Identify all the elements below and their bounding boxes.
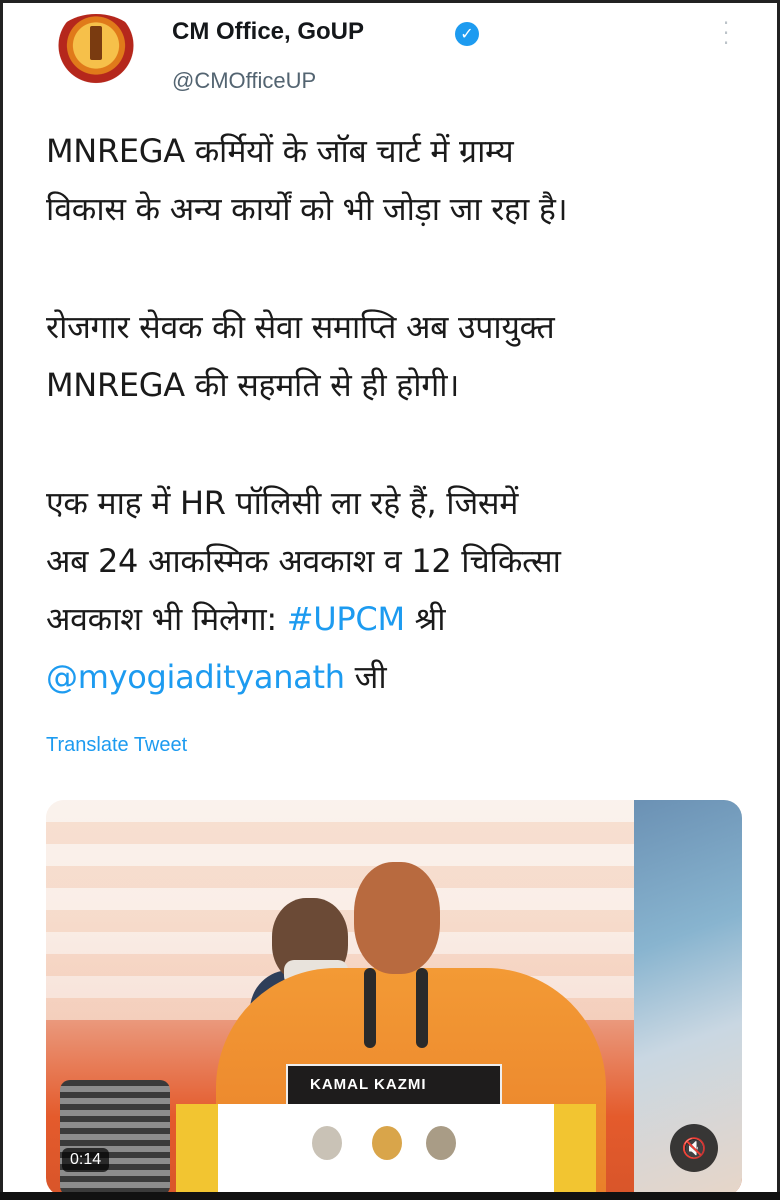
- user-handle[interactable]: @CMOfficeUP: [172, 68, 316, 94]
- nameplate: KAMAL KAZMI: [286, 1064, 502, 1108]
- national-emblem-icon: [426, 1126, 456, 1160]
- tweet-text: MNREGA कर्मियों के जॉब चार्ट में ग्राम्य…: [46, 122, 746, 766]
- tweet-text-segment: श्री: [414, 600, 446, 638]
- microphone-icon: [416, 968, 428, 1048]
- tweet-text-segment: जी: [344, 658, 387, 696]
- nameplate-text: KAMAL KAZMI: [310, 1076, 427, 1093]
- avatar[interactable]: [50, 14, 142, 84]
- bottom-bar: [0, 1192, 780, 1200]
- verified-badge-icon: ✓: [455, 22, 479, 46]
- speaker-grill: [60, 1080, 170, 1196]
- emblem-icon: [312, 1126, 342, 1160]
- microphone-icon: [364, 968, 376, 1048]
- speaker-muted-icon[interactable]: 🔇: [670, 1124, 718, 1172]
- tweet-paragraph-2: रोजगार सेवक की सेवा समाप्ति अब उपायुक्त …: [46, 308, 555, 404]
- tweet-paragraph-1: MNREGA कर्मियों के जॉब चार्ट में ग्राम्य…: [46, 132, 568, 228]
- tweet-header: CM Office, GoUP ✓ @CMOfficeUP · · ·: [48, 10, 748, 93]
- display-name[interactable]: CM Office, GoUP: [172, 18, 364, 46]
- hashtag-link[interactable]: #UPCM: [287, 600, 405, 638]
- more-vertical-icon[interactable]: · · ·: [722, 13, 730, 53]
- translate-tweet-link[interactable]: Translate Tweet: [46, 734, 187, 757]
- tweet-paragraph-3: एक माह में HR पॉलिसी ला रहे हैं, जिसमें …: [46, 474, 746, 706]
- video-player[interactable]: KAMAL KAZMI: [46, 800, 742, 1196]
- video-duration: 0:14: [62, 1148, 110, 1172]
- speaker-head: [354, 862, 440, 974]
- mention-link[interactable]: @myogiadityanath: [46, 658, 345, 696]
- logo-icon: [372, 1126, 402, 1160]
